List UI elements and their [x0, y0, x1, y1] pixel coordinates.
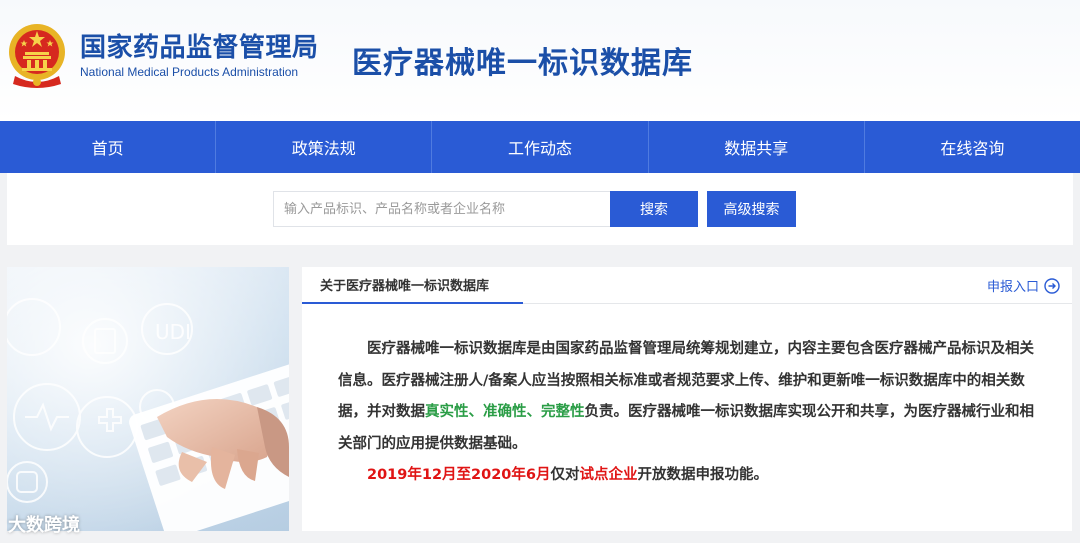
nav-item-home[interactable]: 首页 [0, 121, 217, 173]
about-paragraph: 医疗器械唯一标识数据库是由国家药品监督管理局统筹规划建立，内容主要包含医疗器械产… [338, 334, 1038, 460]
agency-name-en: National Medical Products Administration [80, 65, 299, 79]
nav-item-data-sharing[interactable]: 数据共享 [649, 121, 865, 173]
advanced-search-button[interactable]: 高级搜索 [707, 191, 796, 227]
pilot-notice-end: 开放数据申报功能。 [637, 467, 768, 483]
watermark-text: 大数跨境 [8, 515, 80, 536]
search-panel: 搜索 高级搜索 [7, 173, 1073, 245]
arrow-circle-right-icon [1044, 277, 1060, 294]
pilot-enterprise: 试点企业 [579, 467, 638, 483]
highlight-completeness: 完整性 [541, 404, 585, 420]
pilot-notice: 2019年12月至2020年6月仅对试点企业开放数据申报功能。 [338, 460, 1038, 492]
highlight-authenticity: 真实性 [425, 404, 469, 420]
site-title: 医疗器械唯一标识数据库 [352, 46, 693, 81]
udi-label: UDI [155, 320, 191, 344]
site-header: 国家药品监督管理局 National Medical Products Admi… [0, 0, 1080, 121]
hero-image: UDI [7, 267, 289, 531]
search-button[interactable]: 搜索 [610, 191, 698, 227]
search-input[interactable] [273, 191, 617, 227]
pilot-date-range: 2019年12月至2020年6月 [367, 467, 551, 483]
highlight-accuracy: 准确性 [483, 404, 527, 420]
nav-item-consulting[interactable]: 在线咨询 [865, 121, 1080, 173]
nav-item-policy[interactable]: 政策法规 [216, 121, 433, 173]
about-panel: 关于医疗器械唯一标识数据库 申报入口 医疗器械唯一标识数据库是由国家药品监督管理… [302, 267, 1072, 531]
about-header: 关于医疗器械唯一标识数据库 申报入口 [302, 267, 1072, 304]
about-description: 医疗器械唯一标识数据库是由国家药品监督管理局统筹规划建立，内容主要包含医疗器械产… [338, 334, 1038, 492]
pilot-notice-mid: 仅对 [550, 467, 580, 483]
highlight-separator-2: 、 [526, 404, 542, 420]
nav-item-news[interactable]: 工作动态 [432, 121, 649, 173]
apply-entry-label: 申报入口 [986, 280, 1039, 295]
main-nav: 首页 政策法规 工作动态 数据共享 在线咨询 [0, 121, 1080, 173]
tab-about[interactable]: 关于医疗器械唯一标识数据库 [302, 267, 523, 304]
apply-entry-link[interactable]: 申报入口 [987, 276, 1060, 295]
agency-name-cn: 国家药品监督管理局 [80, 33, 319, 63]
highlight-separator-1: 、 [468, 404, 484, 420]
national-emblem-icon[interactable] [7, 22, 67, 90]
